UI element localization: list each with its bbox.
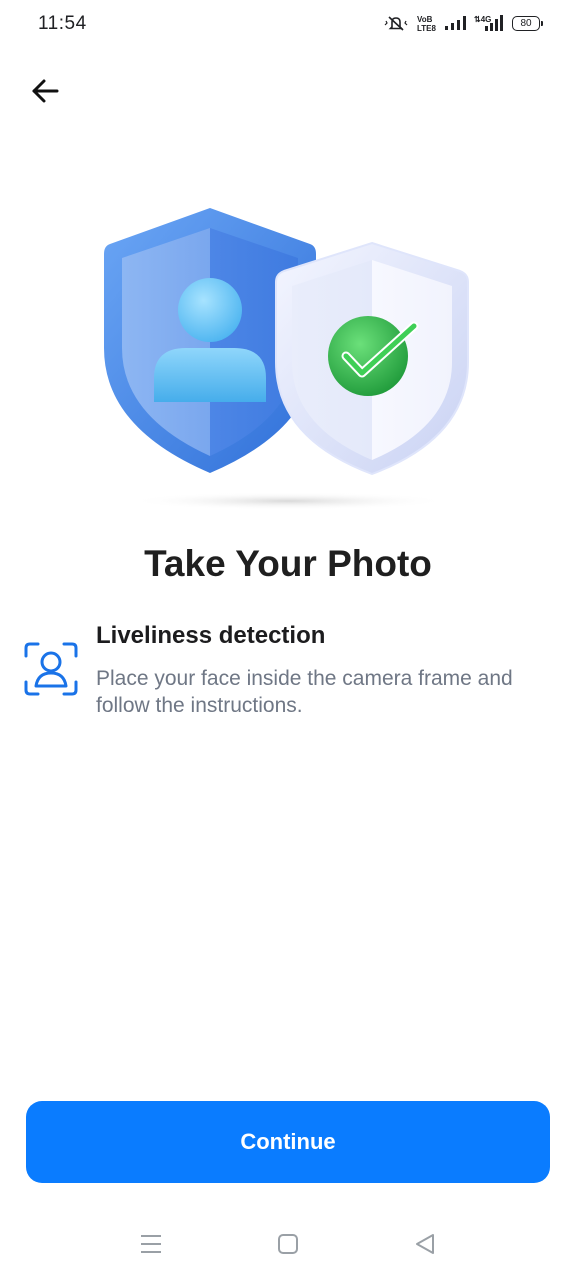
signal-icon (444, 15, 466, 31)
arrow-left-icon (30, 76, 60, 111)
mute-vibrate-icon (384, 14, 408, 32)
volte-icon: VoB LTE8 (416, 14, 436, 32)
svg-text:LTE8: LTE8 (417, 24, 436, 32)
system-back-button[interactable] (411, 1232, 439, 1260)
svg-text:VoB: VoB (417, 15, 433, 24)
back-triangle-icon (414, 1233, 436, 1260)
feature-description: Place your face inside the camera frame … (96, 667, 513, 717)
system-nav-bar (0, 1222, 576, 1268)
face-scan-icon (24, 642, 78, 696)
home-icon (277, 1233, 299, 1260)
continue-button[interactable]: Continue (26, 1101, 550, 1183)
menu-button[interactable] (137, 1232, 165, 1260)
feature-title: Liveliness detection (96, 622, 326, 649)
battery-level: 80 (520, 17, 532, 29)
4g-signal-icon: ⇅4G (474, 14, 504, 32)
status-bar: 11:54 VoB LTE8 ⇅4G 80 (0, 0, 576, 50)
svg-text:⇅4G: ⇅4G (474, 15, 491, 24)
status-time: 11:54 (38, 13, 87, 34)
status-icons: VoB LTE8 ⇅4G 80 (384, 14, 543, 32)
menu-icon (139, 1233, 163, 1260)
home-button[interactable] (274, 1232, 302, 1260)
battery-icon: 80 (512, 15, 543, 31)
back-button[interactable] (22, 70, 68, 116)
page-title: Take Your Photo (144, 543, 432, 584)
shield-user-check-illustration (96, 198, 480, 518)
